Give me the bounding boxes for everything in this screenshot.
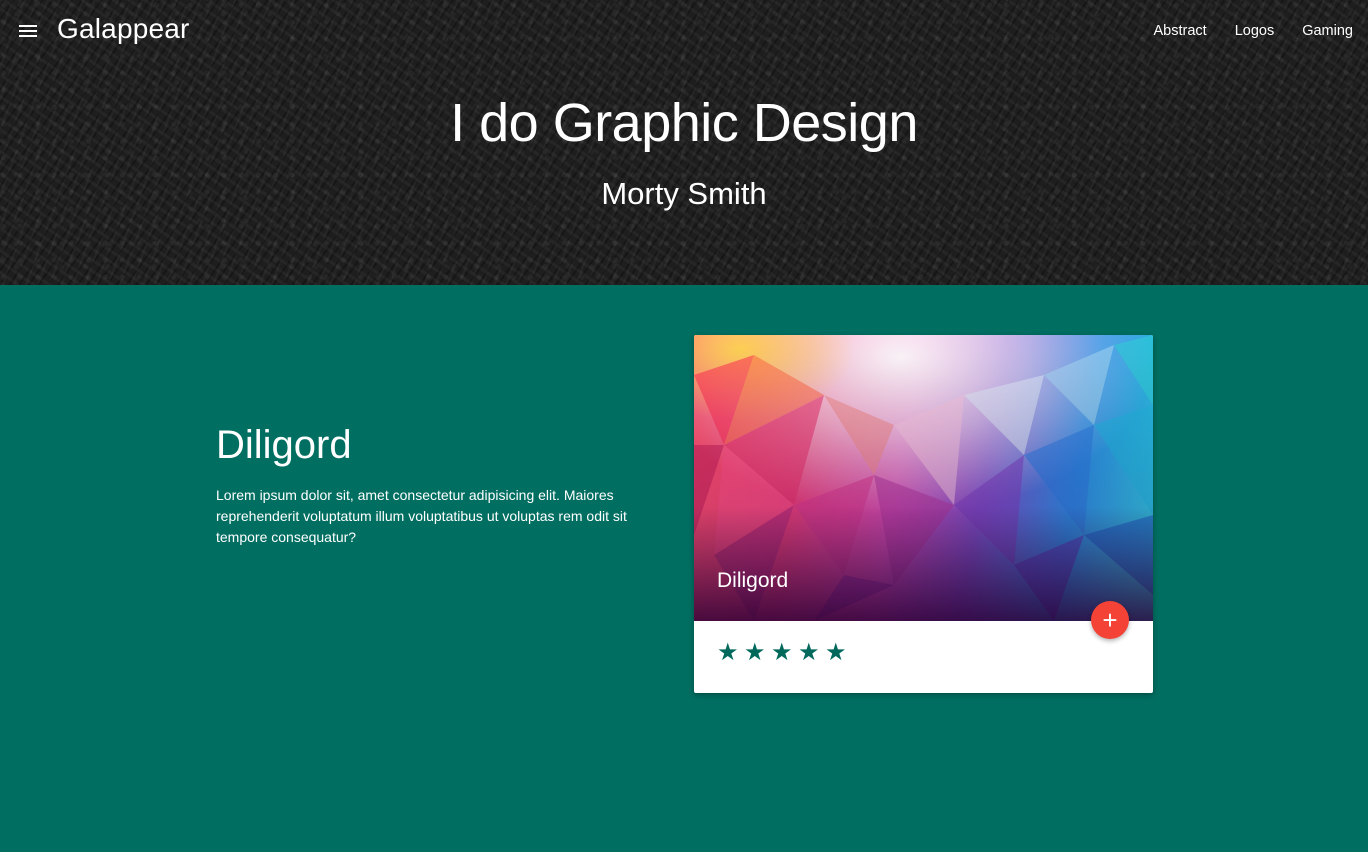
add-button[interactable]: +	[1091, 601, 1129, 639]
menu-icon[interactable]	[18, 22, 38, 40]
section-description: Lorem ipsum dolor sit, amet consectetur …	[216, 487, 627, 545]
star-icon[interactable]: ★	[771, 641, 794, 665]
hero-subtitle: Morty Smith	[601, 176, 767, 211]
nav-link-logos[interactable]: Logos	[1235, 22, 1275, 40]
star-icon[interactable]: ★	[798, 641, 821, 665]
plus-icon: +	[1102, 605, 1118, 635]
nav-link-abstract[interactable]: Abstract	[1154, 22, 1207, 40]
hero-title: I do Graphic Design	[450, 93, 918, 153]
project-card: Diligord + ★ ★ ★ ★ ★	[694, 335, 1153, 693]
section-heading: Diligord	[216, 423, 352, 467]
card-title: Diligord	[717, 569, 789, 592]
star-icon[interactable]: ★	[825, 641, 848, 665]
star-rating[interactable]: ★ ★ ★ ★ ★	[717, 641, 848, 665]
nav-link-gaming[interactable]: Gaming	[1302, 22, 1353, 40]
star-icon[interactable]: ★	[744, 641, 767, 665]
brand-logo[interactable]: Galappear	[57, 13, 190, 45]
top-nav: Abstract Logos Gaming	[1126, 22, 1353, 40]
star-icon[interactable]: ★	[717, 641, 740, 665]
site-header: Galappear Abstract Logos Gaming I do Gra…	[0, 0, 1368, 285]
